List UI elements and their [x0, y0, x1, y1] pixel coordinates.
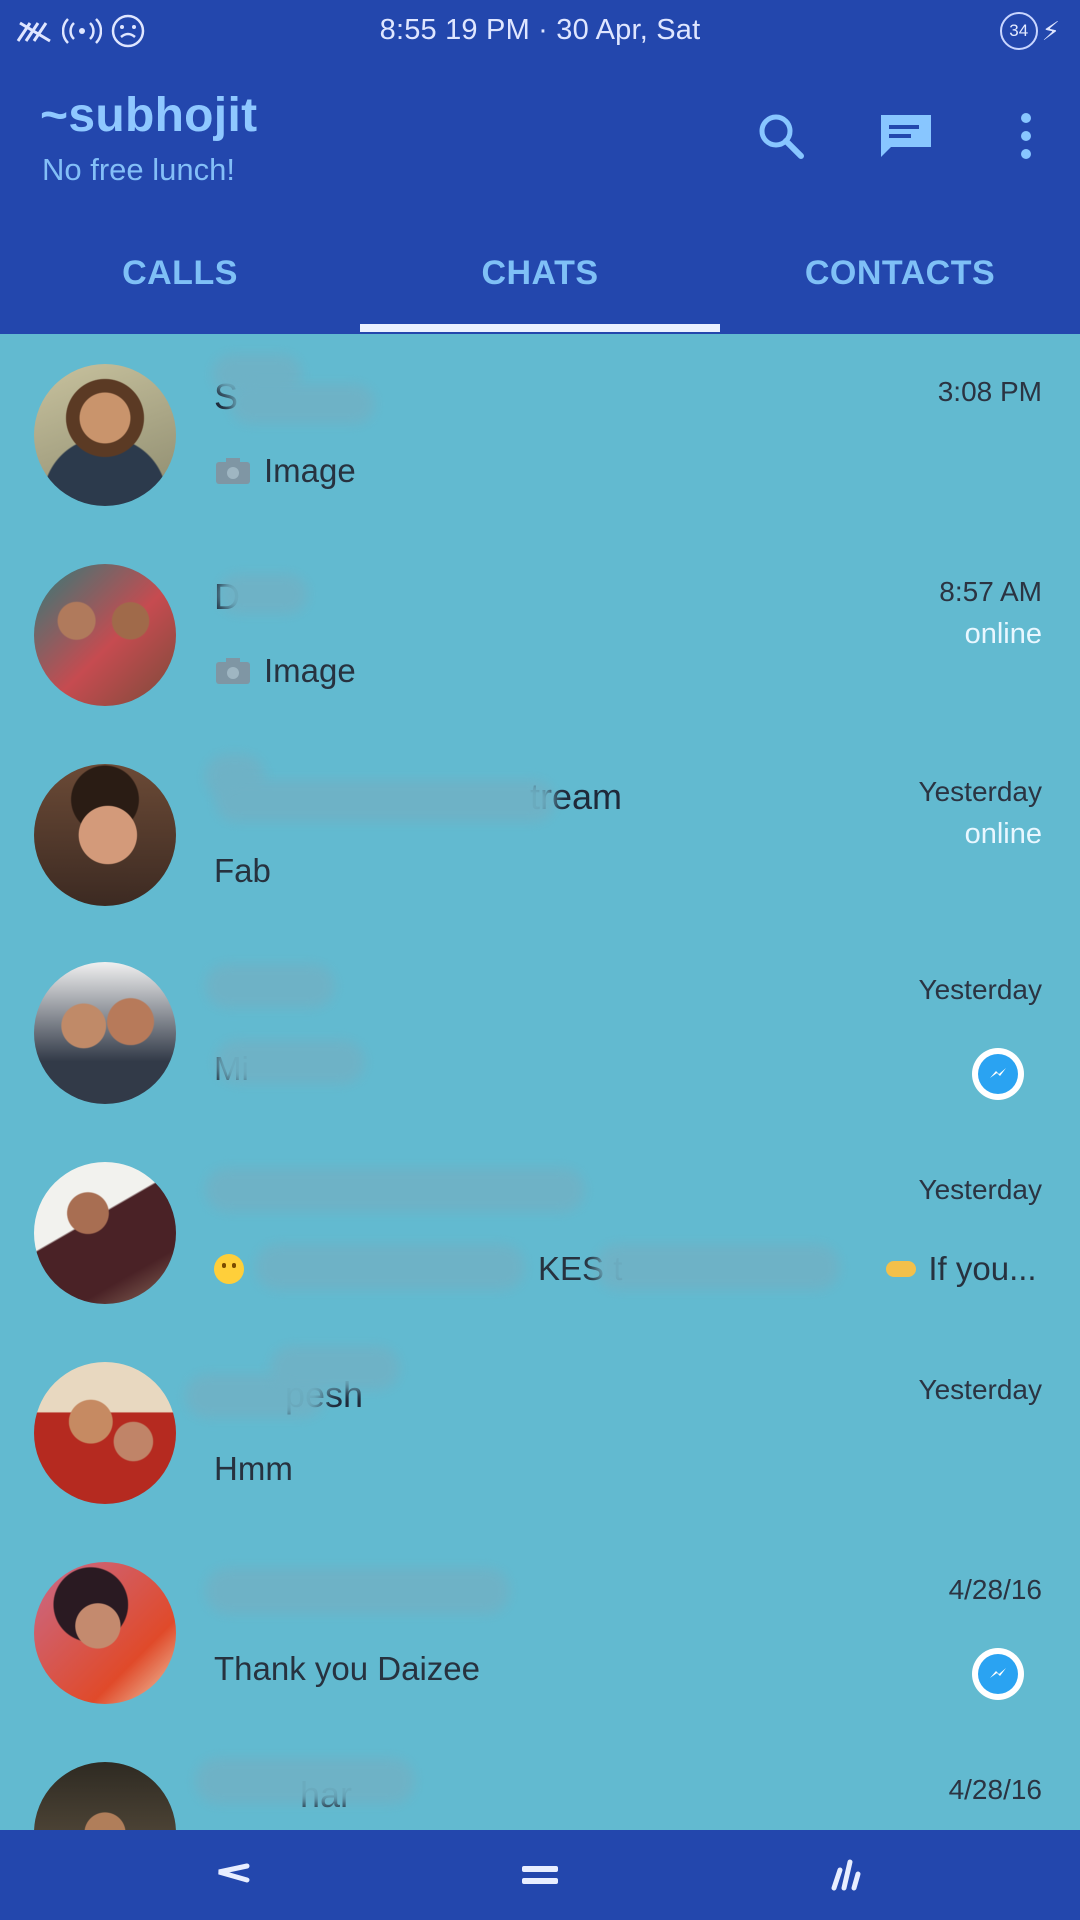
tab-bar: CALLS CHATS CONTACTS — [0, 232, 1080, 332]
profile-title[interactable]: ~subhojit — [40, 88, 257, 143]
overflow-menu-button[interactable] — [990, 100, 1062, 172]
messenger-icon — [990, 1068, 1006, 1078]
chat-row[interactable]: Thank you Daizee 4/28/16 — [0, 1532, 1080, 1732]
status-time-date: 8:55 19 PM · 30 Apr, Sat — [379, 14, 701, 46]
chat-row[interactable]: har 4/28/16 — [0, 1732, 1080, 1830]
message-preview: Hmm — [214, 1450, 293, 1488]
profile-subtitle: No free lunch! — [42, 152, 235, 187]
smiley-icon — [214, 1254, 244, 1284]
preview-text: Image — [264, 652, 356, 689]
tab-calls[interactable]: CALLS — [0, 232, 360, 332]
chat-row[interactable]: KES t If you... Yesterday — [0, 1132, 1080, 1332]
home-icon — [522, 1866, 558, 1884]
message-time: 4/28/16 — [948, 1774, 1042, 1805]
message-time: 3:08 PM — [937, 376, 1042, 407]
redaction-blur — [215, 1040, 365, 1084]
message-time: Yesterday — [918, 1374, 1043, 1405]
messenger-icon — [990, 1668, 1006, 1678]
redaction-blur — [205, 964, 335, 1008]
search-button[interactable] — [745, 100, 817, 172]
redaction-blur — [205, 1168, 585, 1212]
search-icon — [759, 114, 804, 159]
tab-chats[interactable]: CHATS — [360, 232, 720, 332]
message-time: Yesterday — [918, 776, 1043, 807]
message-time: Yesterday — [918, 974, 1043, 1005]
chat-row[interactable]: pesh Hmm Yesterday — [0, 1332, 1080, 1532]
redaction-blur — [270, 1346, 400, 1390]
tab-contacts[interactable]: CONTACTS — [720, 232, 1080, 332]
back-icon — [218, 1863, 250, 1883]
messenger-badge — [972, 1048, 1024, 1100]
online-status: online — [964, 818, 1042, 850]
message-time: Yesterday — [918, 1174, 1043, 1205]
avatar[interactable] — [34, 1562, 176, 1704]
avatar[interactable] — [34, 764, 176, 906]
preview-text: Thank you Daizee — [214, 1650, 480, 1687]
back-button[interactable] — [190, 1846, 270, 1904]
preview-text-suffix: If you... — [928, 1250, 1037, 1287]
recents-icon — [831, 1859, 861, 1891]
preview-text: Fab — [214, 852, 271, 889]
compose-button[interactable] — [870, 100, 942, 172]
messenger-badge — [972, 1648, 1024, 1700]
camera-icon — [216, 458, 250, 484]
camera-icon — [216, 658, 250, 684]
app-header: 8:55 19 PM · 30 Apr, Sat 34 ⚡ ~subhojit … — [0, 0, 1080, 334]
redaction-blur — [218, 574, 308, 614]
message-preview: Fab — [214, 852, 271, 890]
redaction-blur — [195, 1758, 415, 1804]
avatar[interactable] — [34, 1162, 176, 1304]
redaction-blur — [205, 1568, 510, 1614]
preview-text: Hmm — [214, 1450, 293, 1487]
chat-list: S Image 3:08 PM D Image 8:57 AM online — [0, 334, 1080, 1830]
system-nav-bar — [0, 1830, 1080, 1920]
chat-row[interactable]: tream Fab Yesterday online — [0, 734, 1080, 934]
compose-icon — [881, 115, 931, 157]
redaction-blur — [215, 780, 555, 822]
message-time: 4/28/16 — [948, 1574, 1042, 1605]
redaction-blur — [230, 384, 375, 424]
chat-row[interactable]: Mi Yesterday — [0, 932, 1080, 1132]
message-preview: Thank you Daizee — [214, 1650, 480, 1688]
online-status: online — [964, 618, 1042, 650]
avatar[interactable] — [34, 1762, 176, 1830]
status-icons-right: 34 ⚡ — [999, 12, 1060, 50]
preview-text: Image — [264, 452, 356, 489]
chat-row[interactable]: D Image 8:57 AM online — [0, 534, 1080, 734]
charging-icon: ⚡ — [1041, 16, 1060, 46]
avatar[interactable] — [34, 564, 176, 706]
avatar[interactable] — [34, 1362, 176, 1504]
pointing-hand-icon — [886, 1261, 917, 1277]
recents-button[interactable] — [804, 1846, 884, 1904]
redaction-blur — [255, 1244, 525, 1290]
avatar[interactable] — [34, 962, 176, 1104]
battery-icon: 34 — [999, 12, 1038, 50]
redaction-blur — [595, 1244, 840, 1290]
message-preview: Image — [214, 652, 356, 690]
message-preview: Image — [214, 452, 356, 490]
avatar[interactable] — [34, 364, 176, 506]
home-button[interactable] — [500, 1846, 580, 1904]
chat-row[interactable]: S Image 3:08 PM — [0, 334, 1080, 534]
status-bar: 8:55 19 PM · 30 Apr, Sat 34 ⚡ — [0, 0, 1080, 62]
overflow-menu-icon — [1021, 113, 1031, 159]
message-time: 8:57 AM — [939, 576, 1042, 607]
